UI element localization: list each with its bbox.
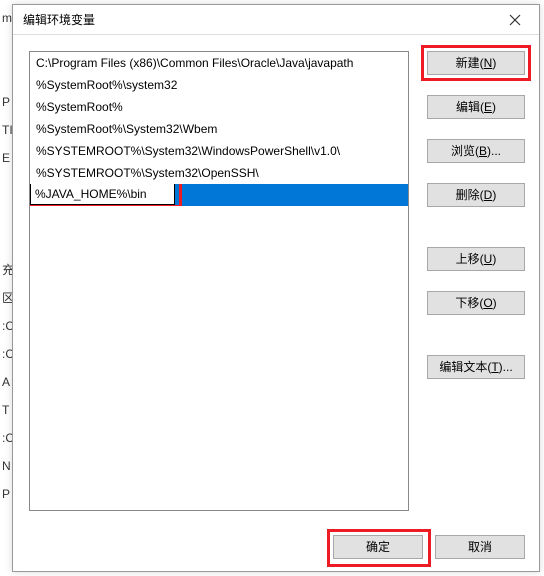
- cancel-button[interactable]: 取消: [435, 535, 525, 559]
- delete-button[interactable]: 删除(D): [427, 183, 525, 207]
- browse-button-label: 浏览(B)...: [451, 144, 501, 158]
- path-list[interactable]: C:\Program Files (x86)\Common Files\Orac…: [29, 51, 409, 511]
- edit-button[interactable]: 编辑(E): [427, 95, 525, 119]
- edit-button-label: 编辑(E): [456, 100, 496, 114]
- dialog-footer: 确定 取消: [333, 535, 525, 559]
- button-sidebar: 新建(N) 编辑(E) 浏览(B)... 删除(D) 上移(U) 下移(O) 编…: [427, 51, 525, 511]
- dialog-content: C:\Program Files (x86)\Common Files\Orac…: [13, 35, 539, 517]
- new-button-label: 新建(N): [456, 56, 497, 70]
- moveup-button[interactable]: 上移(U): [427, 247, 525, 271]
- list-item-editing[interactable]: [30, 184, 408, 206]
- edittext-button[interactable]: 编辑文本(T)...: [427, 355, 525, 379]
- list-item[interactable]: C:\Program Files (x86)\Common Files\Orac…: [30, 52, 408, 74]
- list-item[interactable]: %SYSTEMROOT%\System32\OpenSSH\: [30, 162, 408, 184]
- ok-button[interactable]: 确定: [333, 535, 423, 559]
- moveup-button-label: 上移(U): [456, 252, 497, 266]
- edit-env-var-dialog: 编辑环境变量 C:\Program Files (x86)\Common Fil…: [12, 4, 540, 572]
- ok-button-label: 确定: [366, 540, 390, 554]
- list-item[interactable]: %SystemRoot%: [30, 96, 408, 118]
- close-icon: [509, 14, 521, 26]
- new-button[interactable]: 新建(N): [427, 51, 525, 75]
- list-item[interactable]: %SystemRoot%\System32\Wbem: [30, 118, 408, 140]
- movedown-button-label: 下移(O): [455, 296, 496, 310]
- edittext-button-label: 编辑文本(T)...: [439, 360, 512, 374]
- ok-button-wrapper: 确定: [333, 535, 423, 559]
- dialog-title: 编辑环境变量: [23, 11, 95, 28]
- new-button-wrapper: 新建(N): [427, 51, 525, 75]
- list-item[interactable]: %SYSTEMROOT%\System32\WindowsPowerShell\…: [30, 140, 408, 162]
- delete-button-label: 删除(D): [456, 188, 497, 202]
- movedown-button[interactable]: 下移(O): [427, 291, 525, 315]
- edit-input[interactable]: [30, 184, 175, 205]
- titlebar: 编辑环境变量: [13, 5, 539, 35]
- cancel-button-label: 取消: [468, 540, 492, 554]
- list-item[interactable]: %SystemRoot%\system32: [30, 74, 408, 96]
- browse-button[interactable]: 浏览(B)...: [427, 139, 525, 163]
- close-button[interactable]: [495, 6, 535, 34]
